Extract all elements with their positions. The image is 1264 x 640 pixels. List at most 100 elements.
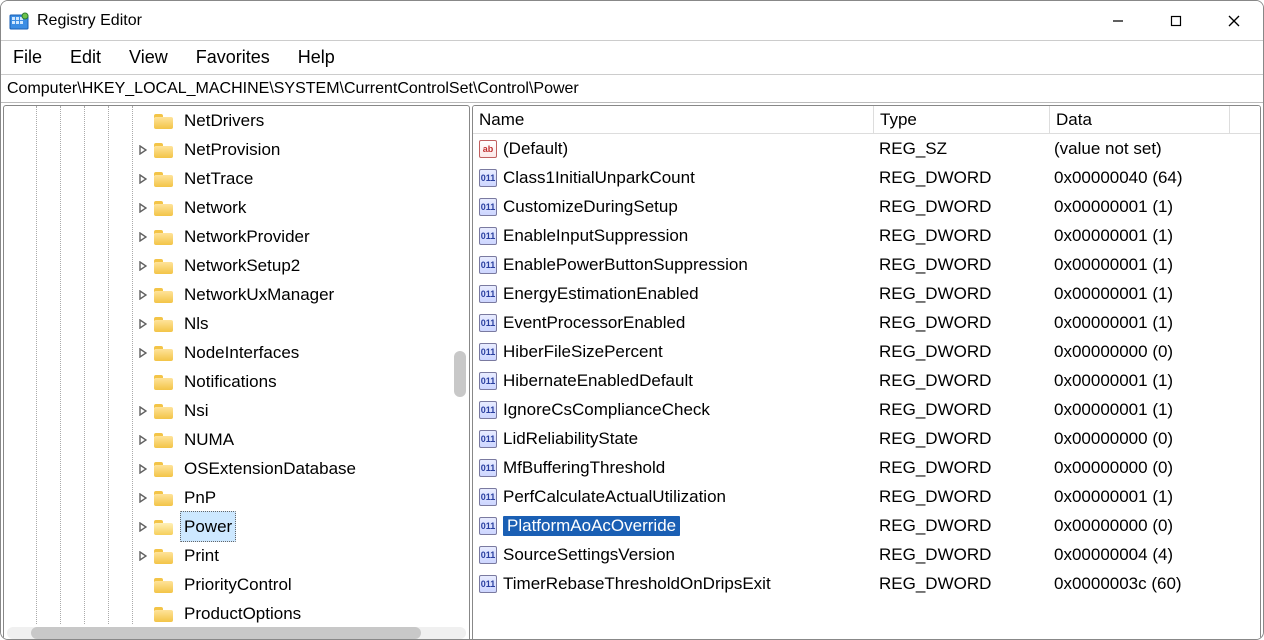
tree-node[interactable]: NetworkSetup2	[4, 251, 469, 280]
expand-icon[interactable]	[136, 261, 150, 271]
tree-node-label: NetworkUxManager	[180, 280, 338, 309]
value-type: REG_DWORD	[873, 255, 1048, 275]
tree-node[interactable]: NetDrivers	[4, 106, 469, 135]
tree-node[interactable]: Nls	[4, 309, 469, 338]
reg-dword-icon: 011	[479, 430, 497, 448]
close-button[interactable]	[1205, 1, 1263, 40]
folder-icon	[154, 606, 174, 622]
tree-node[interactable]: Power	[4, 512, 469, 541]
expand-icon[interactable]	[136, 464, 150, 474]
tree-node[interactable]: ProductOptions	[4, 599, 469, 624]
tree-node[interactable]: NetworkUxManager	[4, 280, 469, 309]
tree-node[interactable]: Notifications	[4, 367, 469, 396]
value-name: EnablePowerButtonSuppression	[503, 255, 748, 275]
tree-node-label: Power	[180, 511, 236, 542]
value-row[interactable]: 011EnablePowerButtonSuppressionREG_DWORD…	[473, 250, 1260, 279]
tree-node-label: Notifications	[180, 367, 281, 396]
tree-node[interactable]: NetTrace	[4, 164, 469, 193]
menu-edit[interactable]: Edit	[70, 47, 101, 68]
value-row[interactable]: 011PlatformAoAcOverrideREG_DWORD0x000000…	[473, 511, 1260, 540]
expand-icon[interactable]	[136, 145, 150, 155]
value-data: 0x00000001 (1)	[1048, 284, 1260, 304]
maximize-button[interactable]	[1147, 1, 1205, 40]
value-row[interactable]: 011CustomizeDuringSetupREG_DWORD0x000000…	[473, 192, 1260, 221]
expand-icon[interactable]	[136, 203, 150, 213]
value-row[interactable]: 011IgnoreCsComplianceCheckREG_DWORD0x000…	[473, 395, 1260, 424]
value-row[interactable]: 011EnergyEstimationEnabledREG_DWORD0x000…	[473, 279, 1260, 308]
expand-icon[interactable]	[136, 493, 150, 503]
tree-node-label: NetworkSetup2	[180, 251, 304, 280]
expand-icon[interactable]	[136, 435, 150, 445]
expand-icon[interactable]	[136, 348, 150, 358]
menu-help[interactable]: Help	[298, 47, 335, 68]
window-title: Registry Editor	[37, 12, 142, 30]
expand-icon[interactable]	[136, 319, 150, 329]
tree-node[interactable]: PriorityControl	[4, 570, 469, 599]
tree-node-label: PnP	[180, 483, 220, 512]
address-bar[interactable]: Computer\HKEY_LOCAL_MACHINE\SYSTEM\Curre…	[1, 75, 1263, 103]
menu-file[interactable]: File	[13, 47, 42, 68]
tree-node[interactable]: PnP	[4, 483, 469, 512]
tree-node[interactable]: Network	[4, 193, 469, 222]
folder-icon	[154, 519, 174, 535]
values-list[interactable]: ab(Default)REG_SZ(value not set)011Class…	[473, 134, 1260, 640]
value-row[interactable]: 011TimerRebaseThresholdOnDripsExitREG_DW…	[473, 569, 1260, 598]
tree-node[interactable]: NetProvision	[4, 135, 469, 164]
value-name-cell: 011TimerRebaseThresholdOnDripsExit	[473, 574, 873, 594]
value-data: 0x00000001 (1)	[1048, 197, 1260, 217]
tree-node[interactable]: NetworkProvider	[4, 222, 469, 251]
value-row[interactable]: 011EnableInputSuppressionREG_DWORD0x0000…	[473, 221, 1260, 250]
folder-icon	[154, 403, 174, 419]
value-row[interactable]: 011HibernateEnabledDefaultREG_DWORD0x000…	[473, 366, 1260, 395]
expand-icon[interactable]	[136, 290, 150, 300]
value-row[interactable]: 011Class1InitialUnparkCountREG_DWORD0x00…	[473, 163, 1260, 192]
folder-icon	[154, 113, 174, 129]
value-name: CustomizeDuringSetup	[503, 197, 678, 217]
value-row[interactable]: 011EventProcessorEnabledREG_DWORD0x00000…	[473, 308, 1260, 337]
expand-icon[interactable]	[136, 522, 150, 532]
tree-node[interactable]: Nsi	[4, 396, 469, 425]
value-type: REG_DWORD	[873, 487, 1048, 507]
folder-icon	[154, 171, 174, 187]
column-header-type[interactable]: Type	[874, 110, 1049, 130]
value-row[interactable]: 011PerfCalculateActualUtilizationREG_DWO…	[473, 482, 1260, 511]
tree-node[interactable]: NUMA	[4, 425, 469, 454]
column-header-name[interactable]: Name	[473, 110, 873, 130]
value-data: 0x00000001 (1)	[1048, 400, 1260, 420]
value-row[interactable]: 011SourceSettingsVersionREG_DWORD0x00000…	[473, 540, 1260, 569]
value-data: 0x00000000 (0)	[1048, 342, 1260, 362]
menu-favorites[interactable]: Favorites	[196, 47, 270, 68]
expand-icon[interactable]	[136, 174, 150, 184]
value-data: 0x00000000 (0)	[1048, 458, 1260, 478]
expand-icon[interactable]	[136, 406, 150, 416]
value-row[interactable]: 011LidReliabilityStateREG_DWORD0x0000000…	[473, 424, 1260, 453]
tree-pane[interactable]: NetDriversNetProvisionNetTraceNetworkNet…	[3, 105, 470, 640]
column-header-data[interactable]: Data	[1050, 110, 1229, 130]
value-row[interactable]: ab(Default)REG_SZ(value not set)	[473, 134, 1260, 163]
value-name-cell: 011HiberFileSizePercent	[473, 342, 873, 362]
tree-node-label: Print	[180, 541, 223, 570]
menu-view[interactable]: View	[129, 47, 168, 68]
address-path: Computer\HKEY_LOCAL_MACHINE\SYSTEM\Curre…	[7, 80, 579, 98]
expand-icon[interactable]	[136, 551, 150, 561]
tree-node[interactable]: NodeInterfaces	[4, 338, 469, 367]
tree-node-label: NetTrace	[180, 164, 257, 193]
tree-vertical-scrollbar-thumb[interactable]	[454, 351, 466, 397]
value-row[interactable]: 011MfBufferingThresholdREG_DWORD0x000000…	[473, 453, 1260, 482]
values-pane[interactable]: Name Type Data ab(Default)REG_SZ(value n…	[472, 105, 1261, 640]
minimize-button[interactable]	[1089, 1, 1147, 40]
value-data: 0x00000001 (1)	[1048, 313, 1260, 333]
value-row[interactable]: 011HiberFileSizePercentREG_DWORD0x000000…	[473, 337, 1260, 366]
value-name: SourceSettingsVersion	[503, 545, 675, 565]
expand-icon[interactable]	[136, 232, 150, 242]
tree-node[interactable]: OSExtensionDatabase	[4, 454, 469, 483]
folder-icon	[154, 548, 174, 564]
tree-horizontal-scrollbar-thumb[interactable]	[31, 627, 421, 639]
value-type: REG_DWORD	[873, 197, 1048, 217]
tree-horizontal-scrollbar[interactable]	[7, 627, 466, 639]
main-split: NetDriversNetProvisionNetTraceNetworkNet…	[1, 103, 1263, 640]
registry-tree[interactable]: NetDriversNetProvisionNetTraceNetworkNet…	[4, 106, 469, 624]
folder-icon	[154, 287, 174, 303]
tree-node[interactable]: Print	[4, 541, 469, 570]
regedit-app-icon	[9, 11, 29, 31]
